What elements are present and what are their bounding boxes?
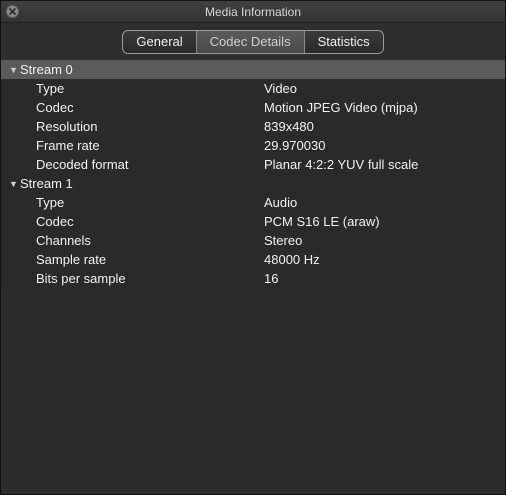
codec-details-list: ▼ Stream 0 Type Video Codec Motion JPEG … (1, 60, 505, 288)
stream-label: Stream 1 (20, 176, 73, 191)
list-item: Codec PCM S16 LE (araw) (1, 212, 505, 231)
list-item: Type Video (1, 79, 505, 98)
property-key: Codec (36, 100, 74, 115)
property-value: 839x480 (264, 119, 314, 134)
list-item: Frame rate 29.970030 (1, 136, 505, 155)
property-key: Type (36, 81, 65, 96)
stream-0-header[interactable]: ▼ Stream 0 (1, 60, 505, 79)
window-title: Media Information (204, 4, 302, 19)
property-value: Video (264, 81, 298, 96)
stream-label: Stream 0 (20, 62, 73, 77)
property-value: 16 (264, 271, 279, 286)
list-item: Resolution 839x480 (1, 117, 505, 136)
list-item: Sample rate 48000 Hz (1, 250, 505, 269)
tab-statistics[interactable]: Statistics (303, 30, 383, 53)
property-value: 29.970030 (264, 138, 326, 153)
list-item: Codec Motion JPEG Video (mjpa) (1, 98, 505, 117)
property-value: Audio (264, 195, 298, 210)
disclosure-triangle-expanded-icon[interactable]: ▼ (9, 65, 20, 75)
stream-1-header[interactable]: ▼ Stream 1 (1, 174, 505, 193)
property-value: Stereo (264, 233, 303, 248)
disclosure-triangle-expanded-icon[interactable]: ▼ (9, 179, 20, 189)
media-information-window: Media Information General Codec Details … (0, 0, 506, 495)
close-button[interactable] (6, 5, 19, 18)
property-key: Resolution (36, 119, 98, 134)
close-icon (9, 8, 16, 15)
property-key: Channels (36, 233, 91, 248)
property-key: Type (36, 195, 65, 210)
tab-bar: General Codec Details Statistics (1, 23, 505, 60)
tab-segmented-control: General Codec Details Statistics (122, 29, 384, 54)
property-value: PCM S16 LE (araw) (264, 214, 380, 229)
property-key: Bits per sample (36, 271, 126, 286)
property-key: Codec (36, 214, 74, 229)
tab-general[interactable]: General (123, 31, 195, 53)
list-item: Bits per sample 16 (1, 269, 505, 288)
property-value: Motion JPEG Video (mjpa) (264, 100, 418, 115)
property-value: Planar 4:2:2 YUV full scale (264, 157, 419, 172)
property-value: 48000 Hz (264, 252, 320, 267)
title-bar[interactable]: Media Information (1, 1, 505, 23)
list-item: Decoded format Planar 4:2:2 YUV full sca… (1, 155, 505, 174)
property-key: Sample rate (36, 252, 107, 267)
list-item: Channels Stereo (1, 231, 505, 250)
list-item: Type Audio (1, 193, 505, 212)
property-key: Frame rate (36, 138, 100, 153)
tab-codec-details[interactable]: Codec Details (195, 30, 304, 53)
property-key: Decoded format (36, 157, 129, 172)
